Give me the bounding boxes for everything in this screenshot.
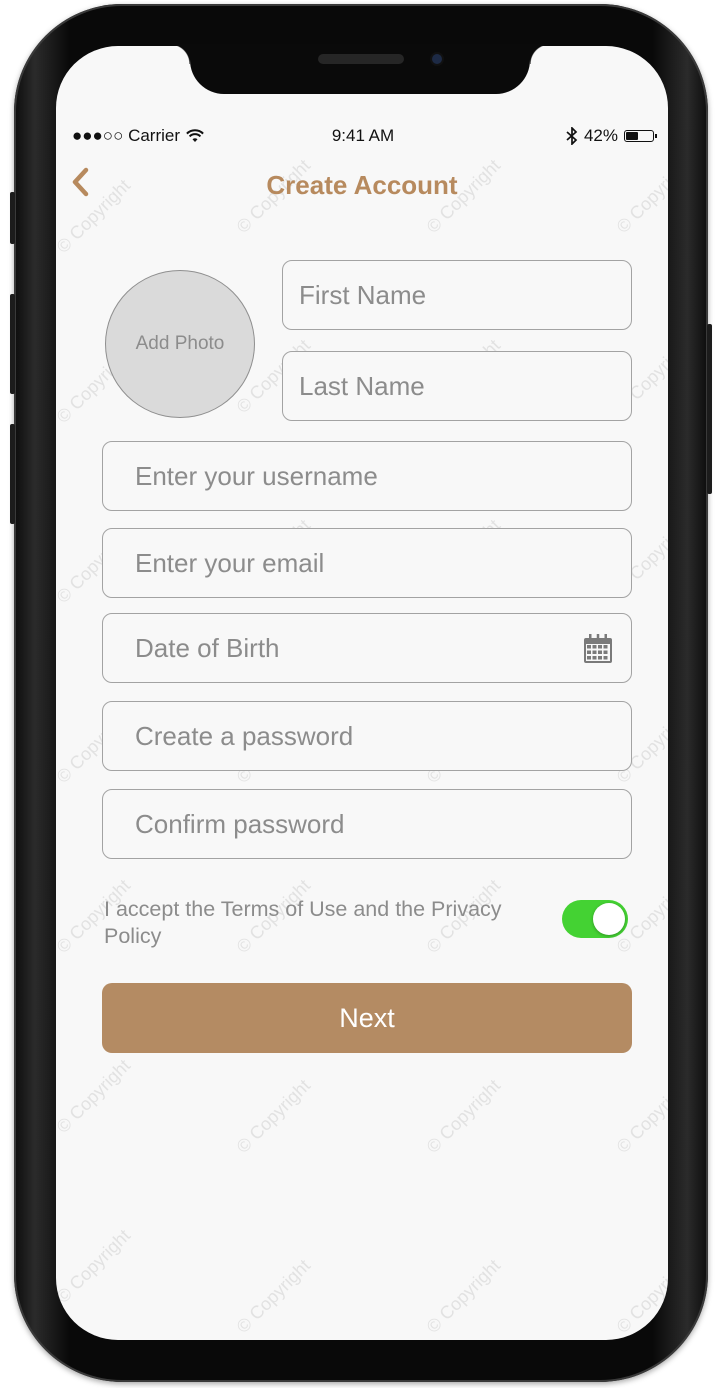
email-field[interactable]: Enter your email (102, 528, 632, 598)
first-name-field[interactable]: First Name (282, 260, 632, 330)
watermark: © Copyright (232, 1075, 315, 1157)
speaker-grille (318, 54, 404, 64)
mute-switch (10, 192, 15, 244)
password-field[interactable]: Create a password (102, 701, 632, 771)
watermark: © Copyright (422, 1255, 505, 1337)
battery-level (626, 132, 638, 140)
watermark: © Copyright (232, 1255, 315, 1337)
front-camera (432, 54, 442, 64)
notch (170, 44, 550, 94)
watermark: © Copyright (422, 1075, 505, 1157)
watermark: © Copyright (56, 1055, 135, 1137)
date-of-birth-placeholder: Date of Birth (135, 632, 280, 663)
volume-up-button (10, 294, 15, 394)
page-title: Create Account (266, 170, 458, 200)
next-button[interactable]: Next (102, 983, 632, 1053)
last-name-field[interactable]: Last Name (282, 351, 632, 421)
bluetooth-icon (566, 127, 578, 145)
add-photo-button[interactable]: Add Photo (105, 270, 255, 418)
last-name-placeholder: Last Name (299, 370, 425, 401)
watermark: © Copyright (56, 1225, 135, 1307)
email-placeholder: Enter your email (135, 547, 325, 578)
watermark: © Copyright (612, 1075, 668, 1157)
terms-label: I accept the Terms of Use and the Privac… (104, 897, 502, 948)
app-screen: © Copyright © Copyright © Copyright © Co… (56, 46, 668, 1340)
volume-down-button (10, 424, 15, 524)
confirm-password-placeholder: Confirm password (135, 808, 345, 839)
terms-toggle[interactable] (562, 900, 628, 938)
next-button-label: Next (339, 1002, 395, 1033)
first-name-placeholder: First Name (299, 279, 427, 310)
status-right: 42% (566, 126, 657, 146)
toggle-knob (593, 903, 625, 935)
status-bar: ●●●○○ Carrier 9:41 AM 42% (72, 126, 657, 150)
date-of-birth-field[interactable]: Date of Birth (102, 613, 632, 683)
username-placeholder: Enter your username (135, 460, 378, 491)
navigation-bar: Create Account (56, 164, 668, 208)
power-button (707, 324, 712, 494)
confirm-password-field[interactable]: Confirm password (102, 789, 632, 859)
password-placeholder: Create a password (135, 720, 354, 751)
username-field[interactable]: Enter your username (102, 441, 632, 511)
battery-percent: 42% (583, 126, 618, 145)
battery-icon (624, 130, 657, 142)
add-photo-label: Add Photo (135, 333, 225, 354)
calendar-icon[interactable] (583, 634, 613, 664)
